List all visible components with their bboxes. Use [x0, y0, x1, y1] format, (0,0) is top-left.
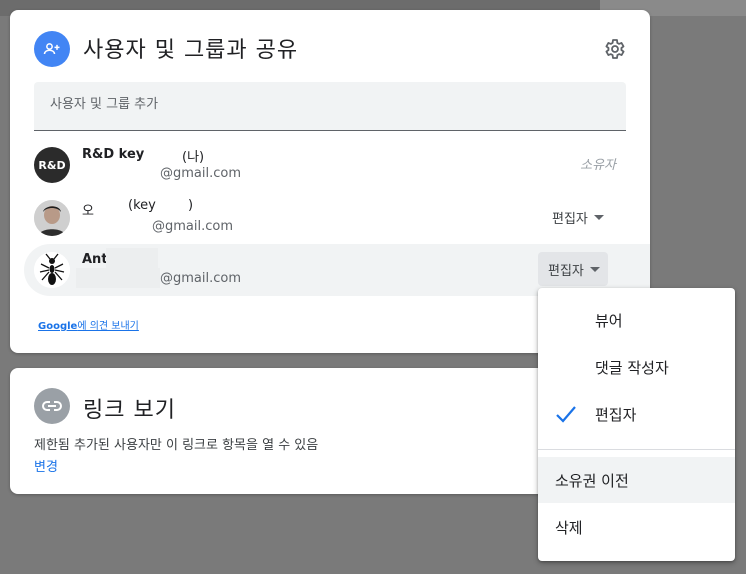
person-row-owner: R&D R&D key (나) @gmail.com 소유자 — [24, 139, 650, 191]
link-access-description: 제한됨 추가된 사용자만 이 링크로 항목을 열 수 있음 — [34, 438, 319, 453]
settings-gear-icon[interactable] — [602, 37, 626, 61]
menu-divider — [538, 449, 735, 450]
role-dropdown[interactable]: 편집자 — [542, 200, 612, 234]
ant-avatar — [34, 252, 70, 288]
role-menu: 뷰어 댓글 작성자 편집자 소유권 이전 삭제 — [538, 288, 735, 561]
rd-key-avatar: R&D — [34, 147, 70, 183]
person-self-tag: (나) — [182, 150, 205, 165]
caret-down-icon — [589, 262, 600, 277]
redacted-name — [106, 248, 158, 268]
person-name: 오 — [82, 204, 94, 219]
role-dropdown-active[interactable]: 편집자 — [538, 252, 608, 286]
person-email: @gmail.com — [152, 219, 234, 234]
change-link-access-button[interactable]: 변경 — [34, 456, 58, 475]
share-title: 사용자 및 그룹과 공유 — [83, 38, 299, 63]
person-name-suffix-close: ) — [188, 198, 194, 213]
add-person-icon — [34, 31, 70, 67]
redacted-email — [76, 268, 160, 288]
check-icon — [555, 404, 577, 428]
menu-item-commenter[interactable]: 댓글 작성자 — [538, 344, 735, 390]
owner-role-label: 소유자 — [580, 158, 616, 173]
person-email: @gmail.com — [160, 271, 242, 286]
menu-item-viewer[interactable]: 뷰어 — [538, 297, 735, 343]
person-name-suffix: (key — [128, 198, 156, 213]
link-icon — [34, 388, 70, 424]
person-name: R&D key — [82, 147, 145, 162]
menu-item-remove[interactable]: 삭제 — [538, 504, 735, 550]
user-photo-avatar — [34, 200, 70, 236]
menu-item-editor[interactable]: 편집자 — [538, 391, 735, 437]
menu-item-transfer-ownership[interactable]: 소유권 이전 — [538, 457, 735, 503]
link-title: 링크 보기 — [83, 398, 176, 423]
add-people-input[interactable] — [34, 82, 610, 126]
person-email: @gmail.com — [160, 166, 242, 181]
person-row-editor: 오 (key ) @gmail.com 편집자 — [24, 192, 650, 244]
caret-down-icon — [593, 210, 604, 225]
send-feedback-link[interactable]: Google에 의견 보내기 — [38, 317, 139, 332]
person-name: Ant — [82, 252, 108, 267]
add-people-field[interactable] — [34, 82, 626, 131]
